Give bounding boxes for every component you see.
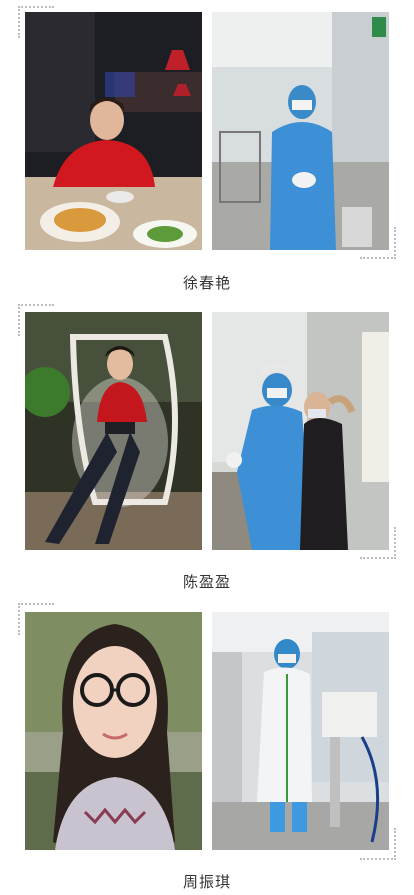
decor-corner [360, 527, 396, 559]
thumbs-up-portrait[interactable] [212, 312, 389, 550]
person-section-3: 周振琪 [0, 600, 414, 895]
person-section-1: 徐春艳 [0, 0, 414, 300]
person-name: 徐春艳 [182, 274, 231, 292]
person-section-2: 陈盈盈 [0, 300, 414, 600]
decor-corner [360, 828, 396, 860]
person-name: 周振琪 [182, 873, 231, 891]
selfie-portrait[interactable] [25, 612, 202, 850]
swing-chair-portrait[interactable] [25, 312, 202, 550]
protective-suit-portrait[interactable] [212, 12, 389, 250]
decor-corner [360, 227, 396, 259]
person-name: 陈盈盈 [182, 573, 231, 591]
restaurant-portrait[interactable] [25, 12, 202, 250]
hospital-corridor-portrait[interactable] [212, 612, 389, 850]
